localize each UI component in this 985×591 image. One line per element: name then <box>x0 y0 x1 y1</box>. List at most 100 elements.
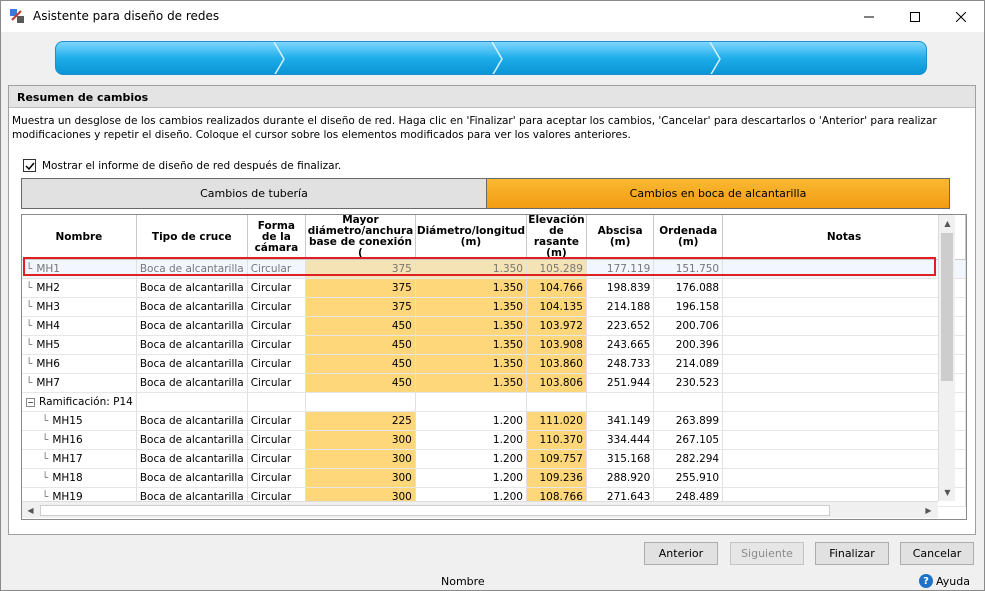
rim-elevation-cell[interactable]: 103.972 <box>526 316 587 336</box>
chamber-shape-cell[interactable]: Circular <box>247 278 307 298</box>
largest-diameter-cell[interactable]: 450 <box>305 354 416 374</box>
table-row[interactable]: └ MH15 Boca de alcantarilla Circular 225 1.20… <box>22 411 966 431</box>
show-report-checkbox[interactable] <box>23 159 36 172</box>
largest-diameter-cell[interactable]: 300 <box>305 449 416 469</box>
chamber-shape-cell[interactable]: Circular <box>247 430 307 450</box>
chamber-shape-cell[interactable]: Circular <box>247 373 307 393</box>
crossing-type-cell[interactable]: Boca de alcantarilla <box>136 354 248 374</box>
largest-diameter-cell[interactable]: 300 <box>305 468 416 488</box>
crossing-type-cell[interactable]: Boca de alcantarilla <box>136 430 248 450</box>
easting-cell[interactable]: 177.119 <box>586 259 655 279</box>
chamber-shape-cell[interactable]: Circular <box>247 335 307 355</box>
scroll-down-arrow-icon[interactable]: ▼ <box>939 484 956 501</box>
diameter-length-cell[interactable]: 1.200 <box>415 411 527 431</box>
table-row[interactable]: └ MH5 Boca de alcantarilla Circular 450 1.350… <box>22 335 966 355</box>
name-cell[interactable]: └ MH3 <box>22 297 137 317</box>
table-row[interactable]: └ MH16 Boca de alcantarilla Circular 300 1.20… <box>22 430 966 450</box>
notes-cell[interactable] <box>722 297 966 317</box>
northing-cell[interactable]: 214.089 <box>653 354 724 374</box>
rim-elevation-cell[interactable]: 110.370 <box>526 430 587 450</box>
largest-diameter-cell[interactable]: 450 <box>305 316 416 336</box>
notes-cell[interactable] <box>722 259 966 279</box>
help-link[interactable]: ? Ayuda <box>919 574 970 588</box>
rim-elevation-cell[interactable]: 103.908 <box>526 335 587 355</box>
notes-cell[interactable] <box>722 316 966 336</box>
horizontal-scrollbar[interactable]: ◀ ▶ <box>22 501 938 518</box>
notes-cell[interactable] <box>722 468 966 488</box>
next-button[interactable]: Siguiente <box>730 542 804 565</box>
crossing-type-cell[interactable]: Boca de alcantarilla <box>136 449 248 469</box>
crossing-type-cell[interactable]: Boca de alcantarilla <box>136 297 248 317</box>
name-cell[interactable]: └ MH15 <box>22 411 137 431</box>
scroll-up-arrow-icon[interactable]: ▲ <box>939 215 956 232</box>
rim-elevation-cell[interactable]: 111.020 <box>526 411 587 431</box>
name-cell[interactable]: └ MH1 <box>22 259 137 279</box>
northing-cell[interactable]: 151.750 <box>653 259 724 279</box>
notes-cell[interactable] <box>722 430 966 450</box>
easting-cell[interactable]: 248.733 <box>586 354 655 374</box>
back-button[interactable]: Anterior <box>644 542 718 565</box>
northing-cell[interactable]: 200.396 <box>653 335 724 355</box>
notes-cell[interactable] <box>722 278 966 298</box>
rim-elevation-cell[interactable]: 103.860 <box>526 354 587 374</box>
diameter-length-cell[interactable]: 1.200 <box>415 468 527 488</box>
table-row[interactable]: └ MH6 Boca de alcantarilla Circular 450 1.350… <box>22 354 966 374</box>
rim-elevation-cell[interactable]: 109.757 <box>526 449 587 469</box>
table-row[interactable]: └ MH7 Boca de alcantarilla Circular 450 1.350… <box>22 373 966 393</box>
diameter-length-cell[interactable]: 1.350 <box>415 259 527 279</box>
easting-cell[interactable]: 315.168 <box>586 449 655 469</box>
crossing-type-cell[interactable]: Boca de alcantarilla <box>136 259 248 279</box>
northing-cell[interactable]: 196.158 <box>653 297 724 317</box>
name-cell[interactable]: └ MH6 <box>22 354 137 374</box>
name-cell[interactable]: └ MH16 <box>22 430 137 450</box>
name-cell[interactable]: └ MH18 <box>22 468 137 488</box>
cancel-button[interactable]: Cancelar <box>900 542 974 565</box>
easting-cell[interactable]: 243.665 <box>586 335 655 355</box>
column-header-largest-diameter[interactable]: Mayor diámetro/anchura base de conexión … <box>305 215 416 260</box>
notes-cell[interactable] <box>722 449 966 469</box>
name-cell[interactable]: └ MH2 <box>22 278 137 298</box>
diameter-length-cell[interactable]: 1.350 <box>415 297 527 317</box>
chamber-shape-cell[interactable]: Circular <box>247 411 307 431</box>
easting-cell[interactable]: 223.652 <box>586 316 655 336</box>
diameter-length-cell[interactable]: 1.350 <box>415 373 527 393</box>
diameter-length-cell[interactable]: 1.200 <box>415 449 527 469</box>
rim-elevation-cell[interactable]: 109.236 <box>526 468 587 488</box>
chamber-shape-cell[interactable]: Circular <box>247 449 307 469</box>
diameter-length-cell[interactable]: 1.350 <box>415 354 527 374</box>
largest-diameter-cell[interactable]: 375 <box>305 297 416 317</box>
table-row[interactable]: └ MH1 Boca de alcantarilla Circular 375 1.350… <box>22 259 966 279</box>
name-cell[interactable]: └ MH7 <box>22 373 137 393</box>
column-header-notes[interactable]: Notas <box>722 215 966 260</box>
finish-button[interactable]: Finalizar <box>815 542 889 565</box>
notes-cell[interactable] <box>722 373 966 393</box>
table-row[interactable]: └ MH17 Boca de alcantarilla Circular 300 1.20… <box>22 449 966 469</box>
largest-diameter-cell[interactable]: 450 <box>305 335 416 355</box>
scroll-left-arrow-icon[interactable]: ◀ <box>22 502 39 519</box>
northing-cell[interactable]: 267.105 <box>653 430 724 450</box>
notes-cell[interactable] <box>722 335 966 355</box>
name-cell[interactable]: └ MH17 <box>22 449 137 469</box>
chamber-shape-cell[interactable]: Circular <box>247 259 307 279</box>
column-header-northing[interactable]: Ordenada (m) <box>653 215 724 260</box>
chamber-shape-cell[interactable]: Circular <box>247 316 307 336</box>
northing-cell[interactable]: 230.523 <box>653 373 724 393</box>
northing-cell[interactable]: 255.910 <box>653 468 724 488</box>
chamber-shape-cell[interactable]: Circular <box>247 297 307 317</box>
largest-diameter-cell[interactable]: 375 <box>305 278 416 298</box>
column-header-crossing-type[interactable]: Tipo de cruce <box>136 215 248 260</box>
rim-elevation-cell[interactable]: 104.135 <box>526 297 587 317</box>
table-group-row[interactable]: − Ramificación: P14 <box>22 392 966 412</box>
collapse-icon[interactable]: − <box>26 397 35 407</box>
column-header-rim-elevation[interactable]: Elevación de rasante (m) <box>526 215 587 260</box>
crossing-type-cell[interactable]: Boca de alcantarilla <box>136 411 248 431</box>
crossing-type-cell[interactable]: Boca de alcantarilla <box>136 316 248 336</box>
maximize-button[interactable] <box>892 1 938 32</box>
largest-diameter-cell[interactable]: 225 <box>305 411 416 431</box>
crossing-type-cell[interactable]: Boca de alcantarilla <box>136 373 248 393</box>
crossing-type-cell[interactable]: Boca de alcantarilla <box>136 468 248 488</box>
vertical-scroll-thumb[interactable] <box>941 233 953 381</box>
table-row[interactable]: └ MH18 Boca de alcantarilla Circular 300 1.20… <box>22 468 966 488</box>
column-header-name[interactable]: Nombre <box>22 215 137 260</box>
easting-cell[interactable]: 334.444 <box>586 430 655 450</box>
